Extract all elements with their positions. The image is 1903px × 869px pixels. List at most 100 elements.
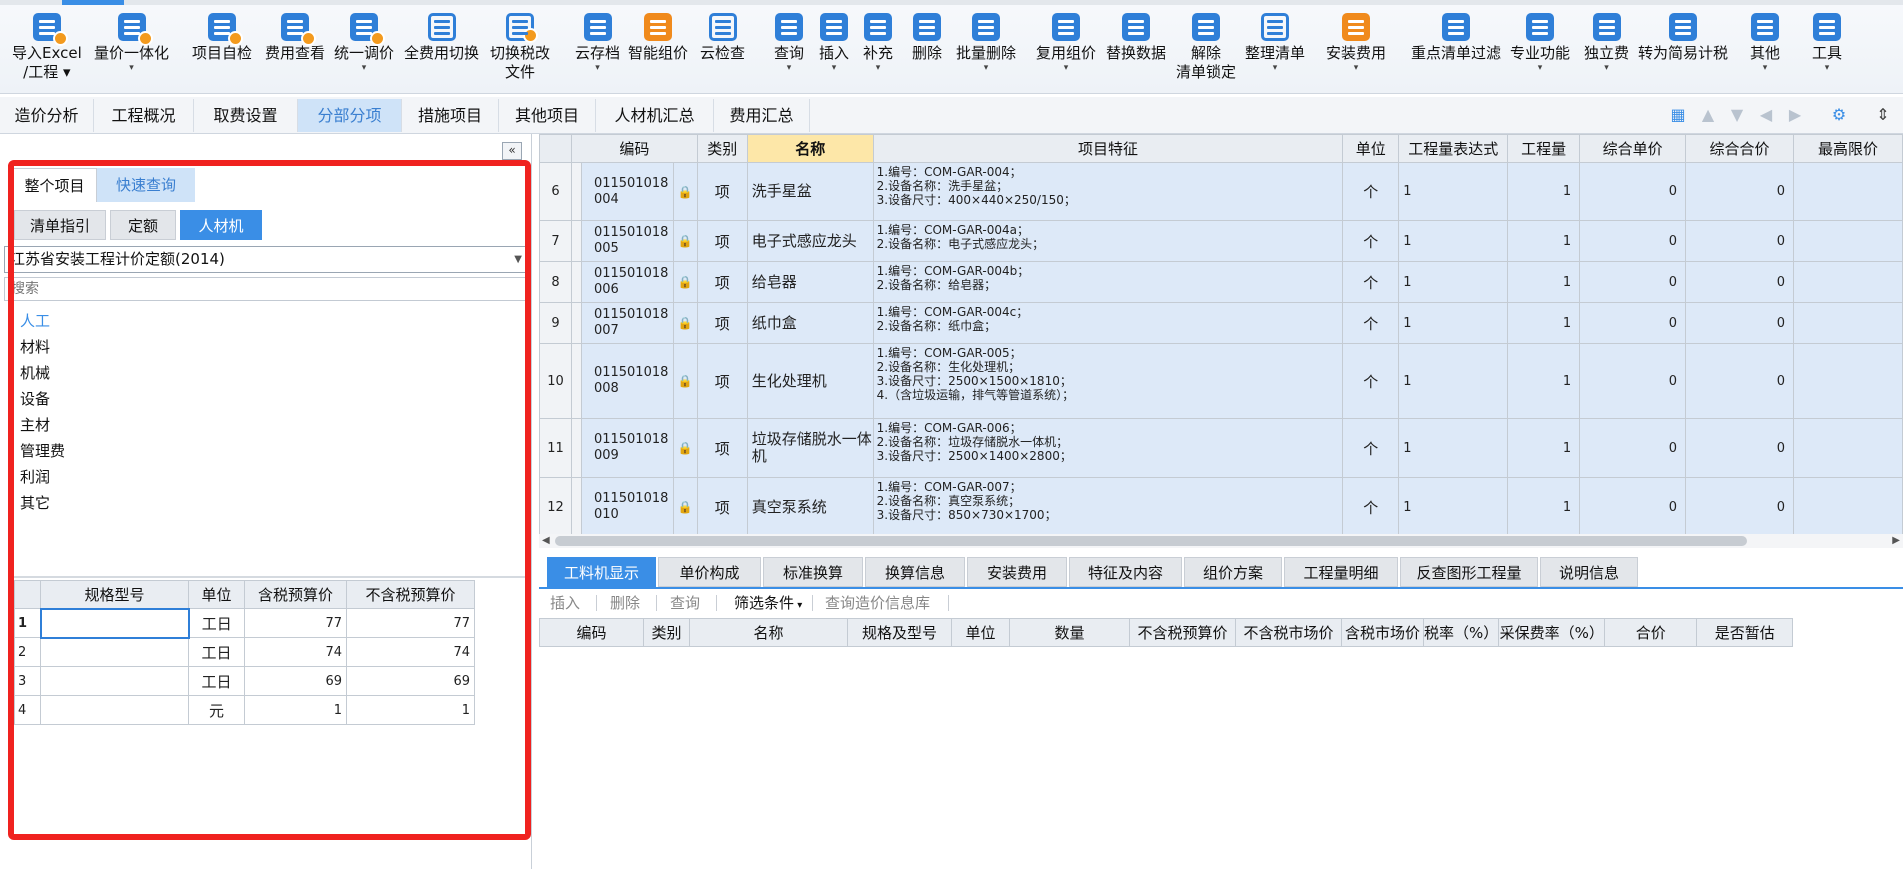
expand-icon[interactable]: ⇕ xyxy=(1874,106,1892,124)
table-row[interactable]: 8 011501018006 🔒 项 给皂器 1.编号：COM-GAR-004b… xyxy=(539,261,1903,303)
column-header-quantity[interactable]: 数量 xyxy=(1009,618,1130,647)
tab-pricing-scheme[interactable]: 组价方案 xyxy=(1184,557,1282,587)
batch-delete-button[interactable]: 批量删除 ▾ xyxy=(956,8,1016,73)
column-header-features[interactable]: 项目特征 xyxy=(872,134,1344,163)
simple-tax-button[interactable]: 转为简易计税 xyxy=(1638,8,1728,63)
install-fee-button[interactable]: 安装费用 ▾ xyxy=(1326,8,1386,73)
qty-price-button[interactable]: 量价一体化 ▾ xyxy=(94,8,169,73)
tab-labor-material-display[interactable]: 工料机显示 xyxy=(547,557,656,587)
replace-data-button[interactable]: 替换数据 xyxy=(1106,8,1166,63)
quota-library-select[interactable]: 江苏省安装工程计价定额(2014) ▼ xyxy=(4,246,530,273)
pro-function-button[interactable]: 专业功能 ▾ xyxy=(1510,8,1570,73)
subtab-list-guide[interactable]: 清单指引 xyxy=(14,210,106,240)
category-profit[interactable]: 利润 xyxy=(20,464,320,490)
table-row[interactable]: 9 011501018007 🔒 项 纸巾盒 1.编号：COM-GAR-004c… xyxy=(539,302,1903,344)
move-left-icon[interactable]: ◀ xyxy=(1757,106,1775,124)
search-input[interactable] xyxy=(4,277,530,301)
column-header-code[interactable]: 编码 xyxy=(539,618,644,647)
tab-fee-settings[interactable]: 取费设置 xyxy=(194,99,298,132)
organize-list-button[interactable]: 整理清单 ▾ xyxy=(1245,8,1305,73)
reuse-price-button[interactable]: 复用组价 ▾ xyxy=(1036,8,1096,73)
column-header-unit[interactable]: 单位 xyxy=(1342,134,1400,163)
tab-features-content[interactable]: 特征及内容 xyxy=(1069,557,1182,587)
column-header-notax-price[interactable]: 不含税预算价 xyxy=(346,580,475,609)
tab-quick-query[interactable]: 快速查询 xyxy=(97,168,195,202)
category-other[interactable]: 其它 xyxy=(20,490,320,516)
column-header-tax-rate[interactable]: 税率（%） xyxy=(1422,618,1500,647)
tab-whole-project[interactable]: 整个项目 xyxy=(12,168,97,202)
cloud-save-button[interactable]: 云存档 ▾ xyxy=(575,8,620,73)
tab-quantity-detail[interactable]: 工程量明细 xyxy=(1284,557,1398,587)
category-management-fee[interactable]: 管理费 xyxy=(20,438,320,464)
independent-fee-button[interactable]: 独立费 ▾ xyxy=(1584,8,1629,73)
category-material[interactable]: 材料 xyxy=(20,334,320,360)
self-check-button[interactable]: 项目自检 xyxy=(192,8,252,63)
query-cost-info-link[interactable]: 查询造价信息库 xyxy=(825,592,930,613)
collapse-panel-button[interactable]: « xyxy=(502,142,522,160)
column-header-quantity[interactable]: 工程量 xyxy=(1507,134,1581,163)
tab-labor-material-summary[interactable]: 人材机汇总 xyxy=(596,99,714,132)
column-header-name[interactable]: 名称 xyxy=(746,134,874,163)
table-row[interactable]: 4 元 1 1 xyxy=(14,695,475,725)
scroll-left-icon[interactable]: ◀ xyxy=(542,534,550,548)
tab-install-fee[interactable]: 安装费用 xyxy=(967,557,1067,587)
import-excel-button[interactable]: 导入Excel /工程 ▾ xyxy=(12,8,82,82)
category-equipment[interactable]: 设备 xyxy=(20,386,320,412)
table-row[interactable]: 11 011501018009 🔒 项 垃圾存储脱水一体机 1.编号：COM-G… xyxy=(539,418,1903,478)
other-button[interactable]: 其他 ▾ xyxy=(1750,8,1780,73)
supplement-button[interactable]: 补充 ▾ xyxy=(863,8,893,73)
tab-sub-items[interactable]: 分部分项 xyxy=(298,99,402,132)
query-button[interactable]: 查询 ▾ xyxy=(774,8,804,73)
column-header-unit-price[interactable]: 综合单价 xyxy=(1579,134,1687,163)
filter-conditions-dropdown[interactable]: 筛选条件 ▾ xyxy=(734,592,802,613)
tab-fee-summary[interactable]: 费用汇总 xyxy=(714,99,810,132)
tab-conversion-info[interactable]: 换算信息 xyxy=(865,557,965,587)
column-header-name[interactable]: 名称 xyxy=(689,618,848,647)
tab-project-overview[interactable]: 工程概况 xyxy=(94,99,194,132)
unlock-list-button[interactable]: 解除 清单锁定 xyxy=(1176,8,1236,82)
tax-switch-button[interactable]: 切换税改 文件 xyxy=(490,8,550,82)
query-link[interactable]: 查询 xyxy=(670,592,700,613)
move-down-icon[interactable]: ▼ xyxy=(1728,106,1746,124)
subtab-labor-material[interactable]: 人材机 xyxy=(180,210,262,240)
column-header-notax-budget-price[interactable]: 不含税预算价 xyxy=(1129,618,1236,647)
tab-description[interactable]: 说明信息 xyxy=(1540,557,1638,587)
table-row[interactable]: 10 011501018008 🔒 项 生化处理机 1.编号：COM-GAR-0… xyxy=(539,343,1903,419)
column-header-unit[interactable]: 单位 xyxy=(951,618,1010,647)
move-up-icon[interactable]: ▲ xyxy=(1699,106,1717,124)
tab-other-items[interactable]: 其他项目 xyxy=(499,99,596,132)
move-right-icon[interactable]: ▶ xyxy=(1786,106,1804,124)
category-labor[interactable]: 人工 xyxy=(20,308,320,334)
table-row[interactable]: 3 工日 69 69 xyxy=(14,666,475,696)
tab-reverse-graphic-quantity[interactable]: 反查图形工程量 xyxy=(1400,557,1538,587)
delete-button[interactable]: 删除 xyxy=(912,8,942,63)
table-row[interactable]: 12 011501018010 🔒 项 真空泵系统 1.编号：COM-GAR-0… xyxy=(539,477,1903,534)
table-row[interactable]: 1 工日 77 77 xyxy=(14,607,475,639)
table-row[interactable]: 2 工日 74 74 xyxy=(14,637,475,667)
column-header-notax-market-price[interactable]: 不含税市场价 xyxy=(1235,618,1342,647)
category-main-material[interactable]: 主材 xyxy=(20,412,320,438)
horizontal-scrollbar[interactable]: ◀ ▶ xyxy=(539,534,1903,548)
column-header-total[interactable]: 合价 xyxy=(1604,618,1698,647)
insert-link[interactable]: 插入 xyxy=(550,592,580,613)
table-row[interactable]: 6 011501018004 🔒 项 洗手星盆 1.编号：COM-GAR-004… xyxy=(539,162,1903,221)
column-header-tax-market-price[interactable]: 含税市场价 xyxy=(1341,618,1424,647)
column-header-procurement-rate[interactable]: 采保费率（%） xyxy=(1498,618,1606,647)
scroll-right-icon[interactable]: ▶ xyxy=(1892,534,1900,548)
adjust-price-button[interactable]: 统一调价 ▾ xyxy=(334,8,394,73)
column-header-type[interactable]: 类别 xyxy=(696,134,748,163)
tab-unit-price-composition[interactable]: 单价构成 xyxy=(658,557,761,587)
scrollbar-thumb[interactable] xyxy=(555,536,1747,546)
column-header-expression[interactable]: 工程量表达式 xyxy=(1398,134,1509,163)
column-header-provisional[interactable]: 是否暂估 xyxy=(1696,618,1794,647)
category-machinery[interactable]: 机械 xyxy=(20,360,320,386)
chart-icon[interactable]: ▦ xyxy=(1669,106,1687,124)
column-header-type[interactable]: 类别 xyxy=(643,618,690,647)
tools-button[interactable]: 工具 ▾ xyxy=(1812,8,1842,73)
splitter[interactable] xyxy=(14,576,530,578)
tab-standard-conversion[interactable]: 标准换算 xyxy=(763,557,863,587)
cloud-check-button[interactable]: 云检查 xyxy=(700,8,745,63)
smart-price-button[interactable]: 智能组价 xyxy=(628,8,688,63)
insert-button[interactable]: 插入 ▾ xyxy=(819,8,849,73)
key-filter-button[interactable]: 重点清单过滤 xyxy=(1411,8,1501,63)
